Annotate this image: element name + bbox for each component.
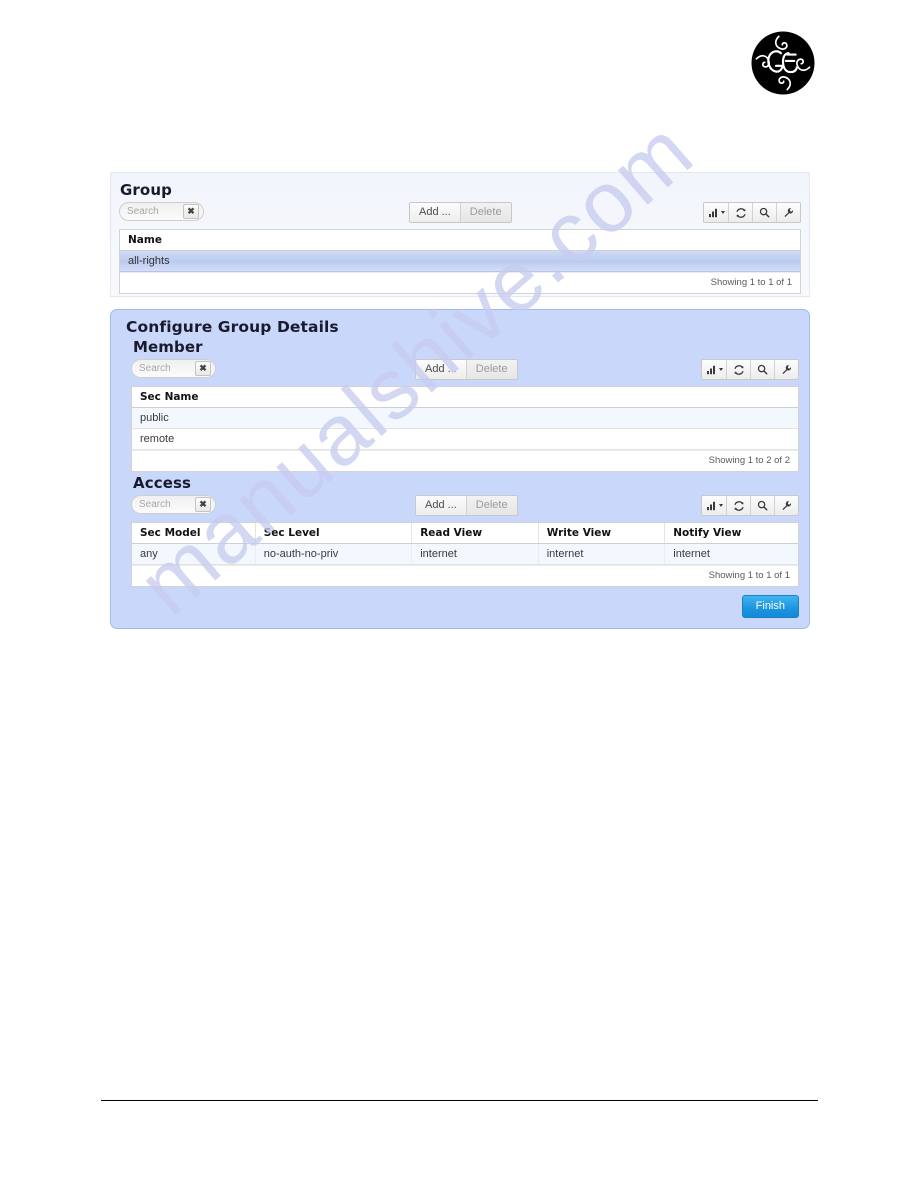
access-search-icon-button[interactable] (750, 496, 774, 515)
group-search-clear-button[interactable]: ✖ (183, 204, 199, 219)
member-wrench-icon-button[interactable] (774, 360, 798, 379)
access-column-read-view: Read View (411, 523, 539, 544)
group-search-box[interactable]: ✖ (119, 202, 204, 221)
access-add-button[interactable]: Add ... (416, 496, 466, 515)
configure-panel-title: Configure Group Details (126, 318, 339, 336)
chevron-down-icon (718, 504, 723, 507)
group-search-input[interactable] (127, 204, 183, 219)
access-action-buttons: Add ... Delete (415, 495, 518, 516)
group-refresh-icon-button[interactable] (728, 203, 752, 222)
finish-button[interactable]: Finish (741, 595, 799, 618)
chevron-down-icon (720, 211, 725, 214)
group-table-footer: Showing 1 to 1 of 1 (120, 272, 800, 293)
table-header-row: Name (120, 230, 800, 251)
access-section-title: Access (133, 474, 192, 492)
member-search-icon-button[interactable] (750, 360, 774, 379)
access-cell-notify-view: internet (664, 543, 798, 565)
access-search-clear-button[interactable]: ✖ (195, 497, 211, 512)
chevron-down-icon (718, 368, 723, 371)
member-toolbar: ✖ Add ... Delete (119, 359, 801, 383)
access-cell-sec-model: any (132, 543, 256, 565)
table-header-row: Sec Model Sec Level Read View Write View… (132, 523, 798, 544)
member-cell-sec-name: remote (132, 428, 798, 450)
access-icon-toolbar (701, 495, 799, 516)
access-toolbar: ✖ Add ... Delete (119, 495, 801, 519)
member-table-footer: Showing 1 to 2 of 2 (132, 450, 798, 471)
access-cell-write-view: internet (538, 543, 666, 565)
snmp-group-config-screenshot: Group ✖ Add ... Delete (110, 172, 810, 629)
member-search-clear-button[interactable]: ✖ (195, 361, 211, 376)
group-column-name: Name (120, 230, 800, 251)
access-table: Sec Model Sec Level Read View Write View… (131, 522, 799, 587)
table-row[interactable]: any no-auth-no-priv internet internet in… (132, 543, 798, 565)
group-panel-title: Group (120, 181, 172, 199)
access-wrench-icon-button[interactable] (774, 496, 798, 515)
access-column-write-view: Write View (538, 523, 666, 544)
member-search-input[interactable] (139, 361, 195, 376)
access-refresh-icon-button[interactable] (726, 496, 750, 515)
group-chart-icon-button[interactable] (704, 203, 728, 222)
member-delete-button[interactable]: Delete (465, 360, 517, 379)
access-delete-button[interactable]: Delete (465, 496, 517, 515)
group-table: Name all-rights Showing 1 to 1 of 1 (119, 229, 801, 294)
group-add-button[interactable]: Add ... (410, 203, 460, 222)
access-cell-sec-level: no-auth-no-priv (255, 543, 413, 565)
table-header-row: Sec Name (132, 387, 798, 408)
member-column-sec-name: Sec Name (132, 387, 798, 408)
member-icon-toolbar (701, 359, 799, 380)
group-action-buttons: Add ... Delete (409, 202, 512, 223)
group-icon-toolbar (703, 202, 801, 223)
group-search-icon-button[interactable] (752, 203, 776, 222)
access-column-sec-model: Sec Model (132, 523, 256, 544)
member-cell-sec-name: public (132, 407, 798, 429)
access-cell-read-view: internet (411, 543, 539, 565)
group-toolbar: ✖ Add ... Delete (113, 202, 807, 226)
member-chart-icon-button[interactable] (702, 360, 726, 379)
access-search-box[interactable]: ✖ (131, 495, 216, 514)
page-footer-rule (101, 1100, 818, 1101)
access-column-notify-view: Notify View (664, 523, 798, 544)
access-search-input[interactable] (139, 497, 195, 512)
member-search-box[interactable]: ✖ (131, 359, 216, 378)
group-delete-button[interactable]: Delete (459, 203, 511, 222)
configure-group-details-panel: Configure Group Details Member ✖ Add ...… (110, 309, 810, 629)
access-chart-icon-button[interactable] (702, 496, 726, 515)
table-row[interactable]: all-rights (120, 250, 800, 272)
group-panel: Group ✖ Add ... Delete (110, 172, 810, 297)
member-action-buttons: Add ... Delete (415, 359, 518, 380)
member-section-title: Member (133, 338, 203, 356)
member-add-button[interactable]: Add ... (416, 360, 466, 379)
member-table: Sec Name public remote Showing 1 to 2 of… (131, 386, 799, 472)
access-table-footer: Showing 1 to 1 of 1 (132, 565, 798, 586)
table-row[interactable]: public (132, 407, 798, 429)
table-row[interactable]: remote (132, 428, 798, 450)
access-column-sec-level: Sec Level (255, 523, 413, 544)
member-refresh-icon-button[interactable] (726, 360, 750, 379)
finish-row: Finish (119, 587, 801, 618)
group-cell-name: all-rights (120, 250, 800, 272)
group-wrench-icon-button[interactable] (776, 203, 800, 222)
